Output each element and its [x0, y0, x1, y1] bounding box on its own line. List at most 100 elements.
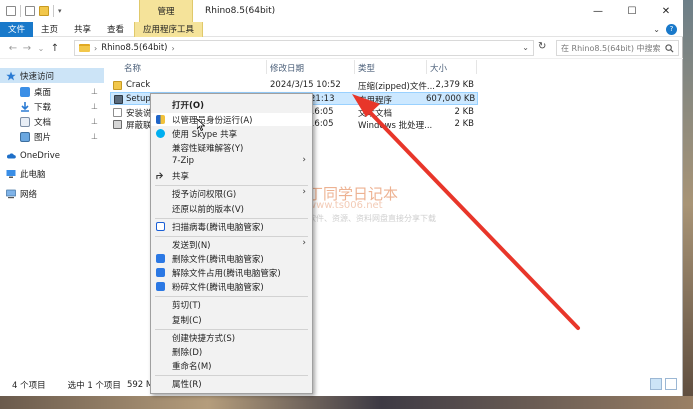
menu-grant-access[interactable]: 授予访问权限(G) ›: [151, 187, 312, 200]
window-controls: — ☐ ✕: [581, 0, 683, 22]
quick-access-toolbar: ▾: [0, 5, 62, 17]
large-icons-view-button[interactable]: [665, 378, 677, 390]
tab-file[interactable]: 文件: [0, 21, 33, 37]
tab-home[interactable]: 主页: [33, 22, 66, 37]
file-row[interactable]: Crack 2024/3/15 10:52 压缩(zipped)文件... 2,…: [110, 79, 478, 92]
star-icon: [6, 71, 16, 80]
recent-locations-button[interactable]: ⌄: [34, 44, 48, 53]
menu-create-shortcut[interactable]: 创建快捷方式(S): [151, 331, 312, 344]
context-tab-header: 管理: [139, 0, 193, 22]
customize-toolbar-chevron-icon[interactable]: ▾: [58, 7, 62, 15]
breadcrumb-current[interactable]: Rhino8.5(64bit): [101, 43, 167, 53]
ribbon-right-controls: ⌄ ?: [653, 23, 683, 35]
expand-ribbon-chevron-icon[interactable]: ⌄: [653, 25, 660, 34]
menu-run-as-admin[interactable]: 以管理员身份运行(A): [151, 113, 312, 126]
network-icon: [6, 189, 16, 198]
menu-skype-share[interactable]: 使用 Skype 共享: [151, 127, 312, 140]
tencent-unlock-icon: [156, 268, 165, 277]
watermark-subtitle: 软件、资源、资料网盘直接分享下载: [308, 214, 436, 223]
tab-application-tools[interactable]: 应用程序工具: [134, 21, 204, 37]
nav-label: 网络: [20, 189, 38, 200]
nav-quick-access[interactable]: 快速访问: [0, 68, 104, 83]
menu-shred-file-tencent[interactable]: 粉碎文件(腾讯电脑管家): [151, 280, 312, 293]
breadcrumb-separator[interactable]: ›: [172, 44, 175, 53]
address-row: ← → ⌄ ↑ › Rhino8.5(64bit) › ⌄ ↻ 在 Rhino8…: [0, 38, 683, 59]
file-date: 2024/3/15 10:52: [270, 80, 341, 90]
shield-icon: [156, 115, 165, 124]
menu-separator: [155, 218, 308, 219]
nav-desktop[interactable]: 桌面 ⊥: [0, 84, 104, 99]
search-input[interactable]: 在 Rhino8.5(64bit) 中搜索: [556, 40, 679, 56]
nav-onedrive[interactable]: OneDrive: [0, 148, 104, 163]
nav-label: OneDrive: [20, 150, 60, 161]
nav-downloads[interactable]: 下载 ⊥: [0, 99, 104, 114]
nav-documents[interactable]: 文档 ⊥: [0, 114, 104, 129]
tencent-shield-icon: [156, 222, 165, 231]
column-divider[interactable]: [426, 60, 427, 74]
tab-share[interactable]: 共享: [66, 22, 99, 37]
tab-view[interactable]: 查看: [99, 22, 132, 37]
properties-icon[interactable]: [25, 6, 35, 16]
submenu-arrow-icon: ›: [302, 155, 306, 165]
nav-pictures[interactable]: 图片 ⊥: [0, 129, 104, 144]
menu-separator: [155, 375, 308, 376]
file-name: 屏蔽联: [126, 121, 152, 131]
cloud-icon: [6, 152, 16, 158]
menu-properties[interactable]: 属性(R): [151, 377, 312, 390]
pin-icon[interactable]: ⊥: [91, 102, 98, 111]
menu-7zip[interactable]: 7-Zip ›: [151, 155, 312, 168]
menu-restore-versions[interactable]: 还原以前的版本(V): [151, 202, 312, 215]
menu-open[interactable]: 打开(O): [151, 98, 312, 111]
column-divider[interactable]: [476, 60, 477, 74]
help-icon[interactable]: ?: [666, 23, 677, 35]
pin-icon[interactable]: ⊥: [91, 132, 98, 141]
column-header-size[interactable]: 大小: [430, 62, 447, 74]
column-header-type[interactable]: 类型: [358, 62, 375, 74]
column-divider[interactable]: [266, 60, 267, 74]
status-bar: 4 个项目 选中 1 个项目 592 MB: [0, 373, 683, 396]
tencent-delete-icon: [156, 254, 165, 263]
address-dropdown-chevron-icon[interactable]: ⌄: [522, 43, 529, 52]
address-bar[interactable]: › Rhino8.5(64bit) › ⌄: [74, 40, 534, 56]
computer-icon: [6, 169, 16, 178]
menu-compatibility[interactable]: 兼容性疑难解答(Y): [151, 141, 312, 154]
menu-delete-file-tencent[interactable]: 删除文件(腾讯电脑管家): [151, 252, 312, 265]
breadcrumb-separator[interactable]: ›: [94, 44, 97, 53]
minimize-button[interactable]: —: [581, 0, 615, 22]
column-divider[interactable]: [354, 60, 355, 74]
picture-icon: [20, 131, 30, 142]
menu-copy[interactable]: 复制(C): [151, 313, 312, 326]
folder-icon: [79, 44, 90, 52]
menu-delete[interactable]: 删除(D): [151, 345, 312, 358]
ribbon-tabs: 文件 主页 共享 查看 应用程序工具 ⌄ ?: [0, 21, 683, 37]
pin-icon[interactable]: ⊥: [91, 117, 98, 126]
title-bar: ▾ 管理 Rhino8.5(64bit) — ☐ ✕: [0, 0, 683, 22]
forward-button[interactable]: →: [20, 43, 34, 54]
menu-unlock-file-tencent[interactable]: 解除文件占用(腾讯电脑管家): [151, 266, 312, 279]
column-header-date[interactable]: 修改日期: [270, 62, 304, 74]
nav-this-pc[interactable]: 此电脑: [0, 166, 104, 181]
qa-separator: [53, 5, 54, 17]
maximize-button[interactable]: ☐: [615, 0, 649, 22]
menu-rename[interactable]: 重命名(M): [151, 359, 312, 372]
menu-share[interactable]: 共享: [151, 169, 312, 182]
address-dropdown: ⌄: [522, 43, 529, 52]
menu-separator: [155, 185, 308, 186]
new-folder-icon[interactable]: [39, 6, 49, 16]
share-icon: [156, 172, 164, 180]
details-view-button[interactable]: [650, 378, 662, 390]
nav-network[interactable]: 网络: [0, 186, 104, 201]
up-button[interactable]: ↑: [48, 43, 62, 54]
file-size: 607,000 KB: [426, 94, 476, 104]
file-date: 21:13: [310, 94, 335, 104]
back-button[interactable]: ←: [6, 43, 20, 54]
menu-scan-virus[interactable]: 扫描病毒(腾讯电脑管家): [151, 220, 312, 233]
close-button[interactable]: ✕: [649, 0, 683, 22]
refresh-icon[interactable]: ↻: [538, 41, 546, 52]
pin-icon[interactable]: ⊥: [91, 87, 98, 96]
skype-icon: [156, 129, 165, 138]
menu-send-to[interactable]: 发送到(N) ›: [151, 238, 312, 251]
menu-cut[interactable]: 剪切(T): [151, 298, 312, 311]
column-header-name[interactable]: 名称: [124, 62, 141, 74]
text-file-icon: [113, 108, 122, 117]
